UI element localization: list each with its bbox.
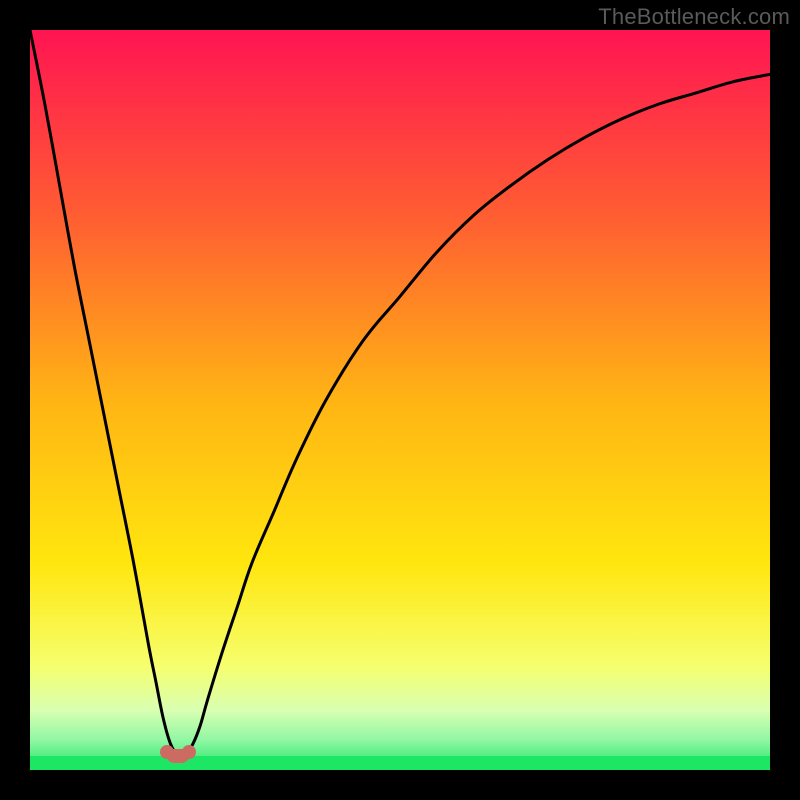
bottleneck-line-chart <box>30 30 770 770</box>
plot-area <box>30 30 770 770</box>
optimal-marker-1 <box>160 745 174 759</box>
chart-frame: TheBottleneck.com <box>0 0 800 800</box>
optimal-marker-2 <box>182 745 196 759</box>
watermark-text: TheBottleneck.com <box>598 4 790 30</box>
